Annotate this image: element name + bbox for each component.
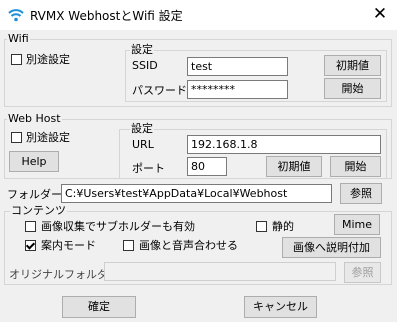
port-input[interactable]: 80 xyxy=(187,157,227,176)
add-description-button[interactable]: 画像へ説明付加 xyxy=(282,237,381,258)
ssid-input[interactable]: test xyxy=(187,57,288,76)
wifi-separate-label: 別途設定 xyxy=(26,53,70,66)
folder-label: フォルダー xyxy=(7,188,62,201)
wifi-start-button[interactable]: 開始 xyxy=(324,78,381,99)
wifi-separate-checkbox[interactable] xyxy=(11,54,22,65)
original-folder-input[interactable] xyxy=(104,262,336,281)
webhost-separate-label: 別途設定 xyxy=(26,131,70,144)
original-folder-browse-button[interactable]: 参照 xyxy=(344,262,381,283)
port-label: ポート xyxy=(132,162,165,175)
cancel-button[interactable]: キャンセル xyxy=(244,296,317,318)
webhost-settings-legend: 設定 xyxy=(130,122,154,135)
static-label: 静的 xyxy=(272,220,294,233)
window-title: RVMX WebhostとWifi 設定 xyxy=(30,9,183,23)
url-label: URL xyxy=(132,138,154,151)
webhost-separate-checkbox[interactable] xyxy=(11,132,22,143)
webhost-group-legend: Web Host xyxy=(7,112,62,125)
password-label: パスワード xyxy=(132,84,187,97)
ssid-label: SSID xyxy=(132,59,158,72)
ok-button[interactable]: 確定 xyxy=(62,296,136,318)
wifi-group-legend: Wifi xyxy=(7,32,30,45)
mime-button[interactable]: Mime xyxy=(334,214,380,235)
guide-mode-label: 案内モード xyxy=(41,239,96,252)
help-button[interactable]: Help xyxy=(9,151,59,172)
close-button[interactable]: ✕ xyxy=(370,4,390,24)
folder-browse-button[interactable]: 参照 xyxy=(340,183,382,204)
sub-holder-label: 画像収集でサブホルダーも有効 xyxy=(41,220,195,233)
wifi-reset-button[interactable]: 初期値 xyxy=(324,55,381,76)
sub-holder-checkbox[interactable] xyxy=(25,221,36,232)
image-audio-checkbox[interactable] xyxy=(123,240,134,251)
webhost-start-button[interactable]: 開始 xyxy=(330,156,381,177)
password-input[interactable]: ******** xyxy=(187,80,288,99)
wifi-settings-legend: 設定 xyxy=(130,43,154,56)
wifi-app-icon xyxy=(8,9,24,22)
url-input[interactable]: 192.168.1.8 xyxy=(187,135,381,154)
folder-input[interactable]: C:¥Users¥test¥AppData¥Local¥Webhost xyxy=(61,184,332,203)
original-folder-label: オリジナルフォルダー xyxy=(9,268,119,281)
guide-mode-checkbox[interactable] xyxy=(25,240,36,251)
static-checkbox[interactable] xyxy=(256,221,267,232)
contents-group-legend: コンテンツ xyxy=(10,204,67,217)
image-audio-label: 画像と音声合わせる xyxy=(139,239,238,252)
webhost-reset-button[interactable]: 初期値 xyxy=(266,156,322,177)
